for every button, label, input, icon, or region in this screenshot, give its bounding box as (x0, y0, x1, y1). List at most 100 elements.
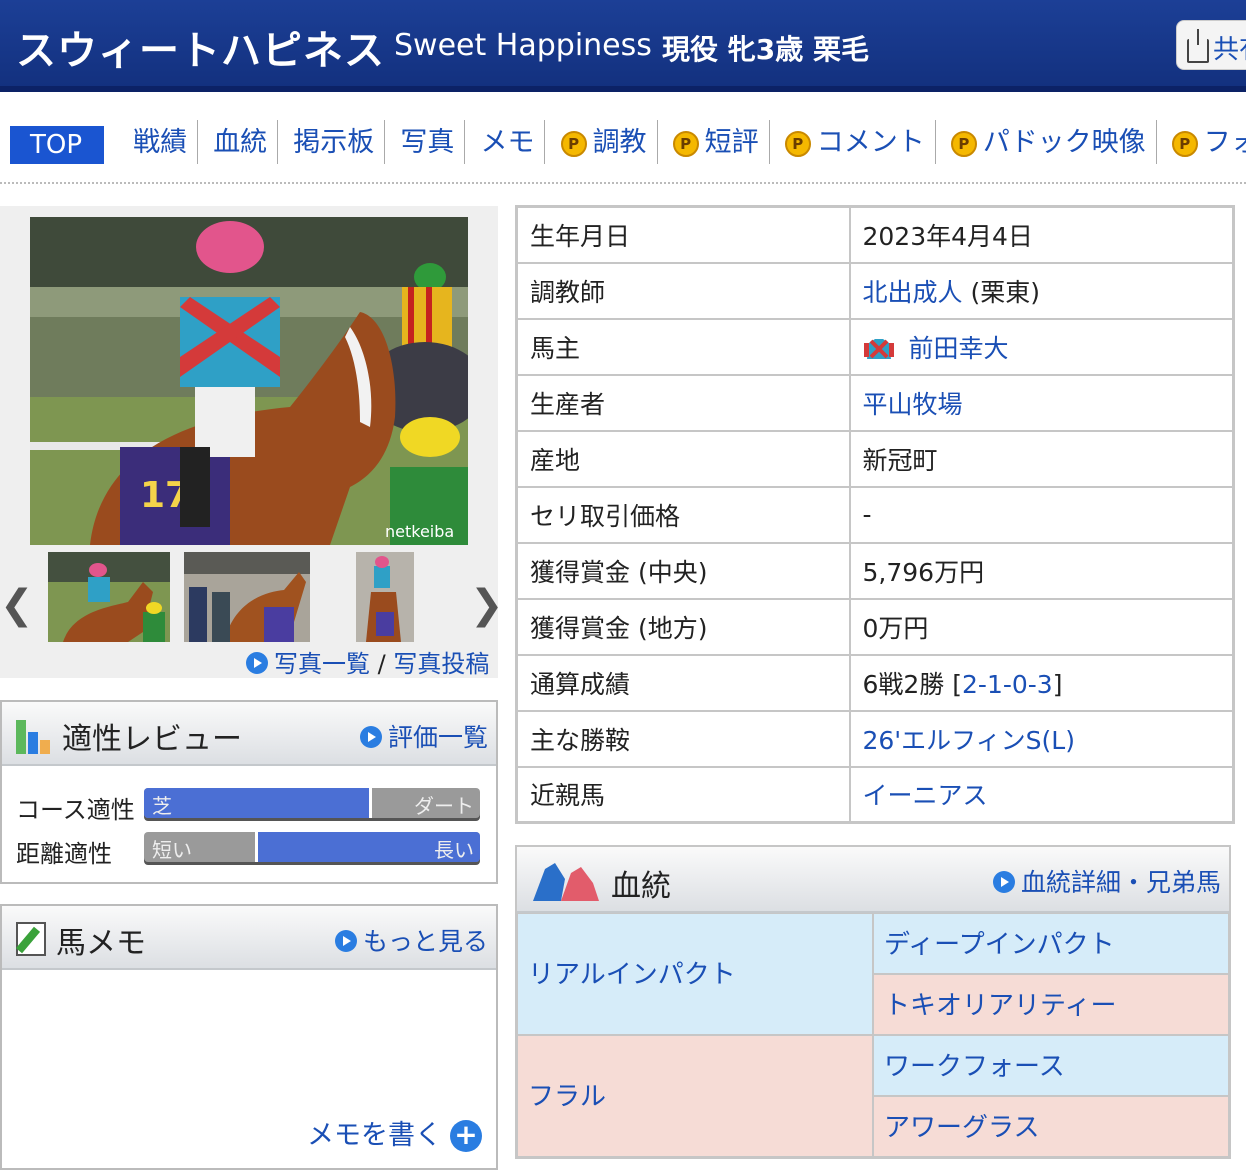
arrow-circle-icon (246, 652, 268, 674)
write-memo-button[interactable]: メモを書く + (307, 1113, 482, 1152)
premium-icon: P (672, 131, 699, 157)
aptitude-review-header: 適性レビュー 評価一覧 (2, 702, 496, 766)
course-aptitude-marker (369, 788, 373, 818)
share-icon (1187, 28, 1209, 63)
distance-aptitude-slider: 短い 長い (144, 832, 480, 862)
dam-dam-link[interactable]: アワーグラス (873, 1096, 1229, 1157)
photo-links: 写真一覧 / 写真投稿 (246, 644, 489, 679)
share-label: 共有 (1213, 35, 1246, 65)
tab-bbs[interactable]: 掲示板 (283, 120, 386, 164)
main-win-link[interactable]: 26'エルフィンS(L) (863, 726, 1076, 755)
write-memo-label: メモを書く (307, 1119, 442, 1151)
review-list-label: 評価一覧 (387, 723, 488, 752)
tab-paddock-video[interactable]: P パドック映像 (941, 120, 1157, 164)
photo-thumbnail-strip: ❮ ❯ (0, 552, 504, 644)
tab-results[interactable]: 戦績 (123, 120, 199, 164)
photo-thumbnail[interactable] (184, 552, 310, 642)
profile-row: 産地 新冠町 (515, 429, 1235, 488)
arrow-circle-icon (359, 726, 382, 748)
horse-memo-title: 馬メモ (56, 926, 146, 961)
tab-training[interactable]: P 調教 (551, 120, 658, 164)
photo-thumbnail[interactable] (48, 552, 170, 642)
career-record-cell: 6戦2勝 [2-1-0-3] (848, 653, 1235, 712)
earnings-central-value: 5,796万円 (848, 541, 1235, 600)
tab-short-review[interactable]: P 短評 (663, 120, 770, 164)
premium-icon: P (950, 131, 977, 157)
tab-memo[interactable]: メモ (470, 120, 546, 164)
profile-row: 主な勝鞍 26'エルフィンS(L) (515, 709, 1235, 768)
sire-link[interactable]: リアルインパクト (517, 913, 873, 1035)
tab-short-review-label: 短評 (704, 127, 759, 158)
pedigree-detail-label: 血統詳細・兄弟馬 (1020, 868, 1221, 897)
pedigree-horse-icon (533, 863, 599, 901)
profile-key: 通算成績 (515, 653, 851, 712)
plus-icon: + (450, 1120, 482, 1152)
career-record-prefix: 6戦2勝 [ (862, 669, 963, 699)
distance-long-label: 長い (434, 838, 474, 862)
profile-row: 調教師 北出成人 (栗東) (515, 261, 1235, 320)
owner-link[interactable]: 前田幸大 (909, 334, 1009, 363)
trainer-affiliation: (栗東) (962, 277, 1040, 307)
pedigree-grid: リアルインパクト ディープインパクト トキオリアリティー フラル ワークフォース… (517, 913, 1229, 1157)
tab-photo-pa-label: フォトパ (1203, 127, 1246, 158)
photo-panel: 17 netkeiba ❮ ❯ 写真一覧 / 写真投稿 (0, 206, 504, 679)
tab-training-label: 調教 (592, 127, 647, 158)
aptitude-review-title: 適性レビュー (62, 722, 242, 757)
horse-header: スウィートハピネス Sweet Happiness 現役 牝3歳 栗毛 共有 (0, 0, 1246, 92)
tab-paddock-video-label: パドック映像 (982, 127, 1146, 158)
tab-comment[interactable]: P コメント (775, 120, 936, 164)
profile-row: セリ取引価格 - (515, 485, 1235, 544)
trainer-link[interactable]: 北出成人 (863, 278, 963, 307)
trainer-cell: 北出成人 (栗東) (848, 261, 1235, 320)
profile-row: 生年月日 2023年4月4日 (515, 205, 1235, 264)
pedigree-title: 血統 (611, 869, 671, 904)
photo-list-link[interactable]: 写真一覧 (274, 650, 370, 678)
auction-price-value: - (848, 485, 1235, 544)
arrow-circle-icon (992, 871, 1015, 893)
prev-arrow-icon[interactable]: ❮ (0, 582, 34, 628)
main-horse-photo[interactable]: 17 netkeiba (30, 217, 468, 545)
profile-key: 調教師 (515, 261, 851, 320)
photo-thumbnail[interactable] (356, 552, 414, 642)
birthdate-value: 2023年4月4日 (848, 205, 1235, 264)
profile-key: 獲得賞金 (地方) (515, 597, 851, 656)
next-arrow-icon[interactable]: ❯ (470, 582, 504, 628)
breeder-cell: 平山牧場 (848, 373, 1235, 432)
dam-sire-link[interactable]: ワークフォース (873, 1035, 1229, 1096)
owner-silks-icon (863, 335, 895, 359)
horse-profile-table: 生年月日 2023年4月4日 調教師 北出成人 (栗東) 馬主 前田幸大 生産者… (515, 205, 1235, 824)
tab-top[interactable]: TOP (10, 126, 104, 164)
thumbnail-image (184, 552, 310, 642)
sire-sire-link[interactable]: ディープインパクト (873, 913, 1229, 974)
owner-cell: 前田幸大 (848, 317, 1235, 376)
tab-photo-pa[interactable]: Pフォトパ (1162, 120, 1246, 164)
course-dirt-label: ダート (414, 794, 474, 818)
course-turf-label: 芝 (152, 794, 172, 818)
pedigree-panel: 血統 血統詳細・兄弟馬 リアルインパクト ディープインパクト トキオリアリティー… (515, 845, 1231, 1159)
breeder-link[interactable]: 平山牧場 (863, 390, 963, 419)
profile-key: 獲得賞金 (中央) (515, 541, 851, 600)
horse-status: 現役 牝3歳 栗毛 (662, 33, 869, 66)
pedigree-detail-link[interactable]: 血統詳細・兄弟馬 (992, 863, 1221, 899)
career-record-link[interactable]: 2-1-0-3 (962, 670, 1053, 699)
horse-photo-image: 17 netkeiba (30, 217, 468, 545)
relative-horse-link[interactable]: イーニアス (863, 781, 988, 810)
sire-dam-link[interactable]: トキオリアリティー (873, 974, 1229, 1035)
dam-link[interactable]: フラル (517, 1035, 873, 1157)
profile-key: 産地 (515, 429, 851, 488)
share-button[interactable]: 共有 (1176, 20, 1246, 70)
divider (0, 182, 1246, 184)
profile-row: 近親馬 イーニアス (515, 765, 1235, 824)
horse-name-en: Sweet Happiness (394, 28, 652, 63)
profile-row: 馬主 前田幸大 (515, 317, 1235, 376)
tab-photos[interactable]: 写真 (390, 120, 466, 164)
memo-more-label: もっと見る (362, 927, 488, 956)
review-list-link[interactable]: 評価一覧 (359, 718, 488, 754)
pedigree-header: 血統 血統詳細・兄弟馬 (517, 847, 1229, 913)
photo-post-link[interactable]: 写真投稿 (393, 650, 489, 678)
tab-pedigree[interactable]: 血統 (203, 120, 279, 164)
distance-aptitude-label: 距離適性 (16, 840, 112, 868)
memo-more-link[interactable]: もっと見る (334, 922, 488, 958)
horse-memo-header: 馬メモ もっと見る (2, 906, 496, 970)
profile-row: 獲得賞金 (地方) 0万円 (515, 597, 1235, 656)
